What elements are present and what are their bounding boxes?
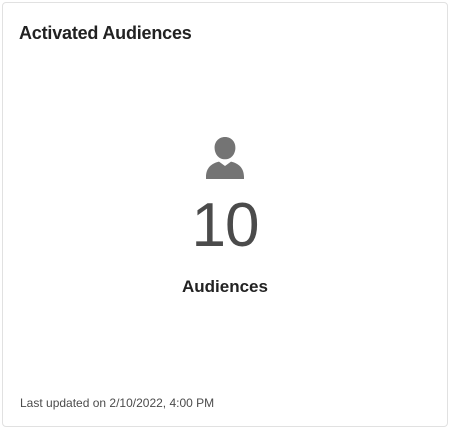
- audience-metric: 10 Audiences: [3, 135, 447, 297]
- activated-audiences-card: Activated Audiences 10 Audiences Last up…: [2, 2, 448, 427]
- user-icon: [206, 137, 244, 179]
- last-updated-text: Last updated on 2/10/2022, 4:00 PM: [20, 396, 215, 410]
- audience-count: 10: [191, 191, 260, 260]
- card-title: Activated Audiences: [19, 23, 192, 43]
- audience-count-label: Audiences: [182, 277, 268, 296]
